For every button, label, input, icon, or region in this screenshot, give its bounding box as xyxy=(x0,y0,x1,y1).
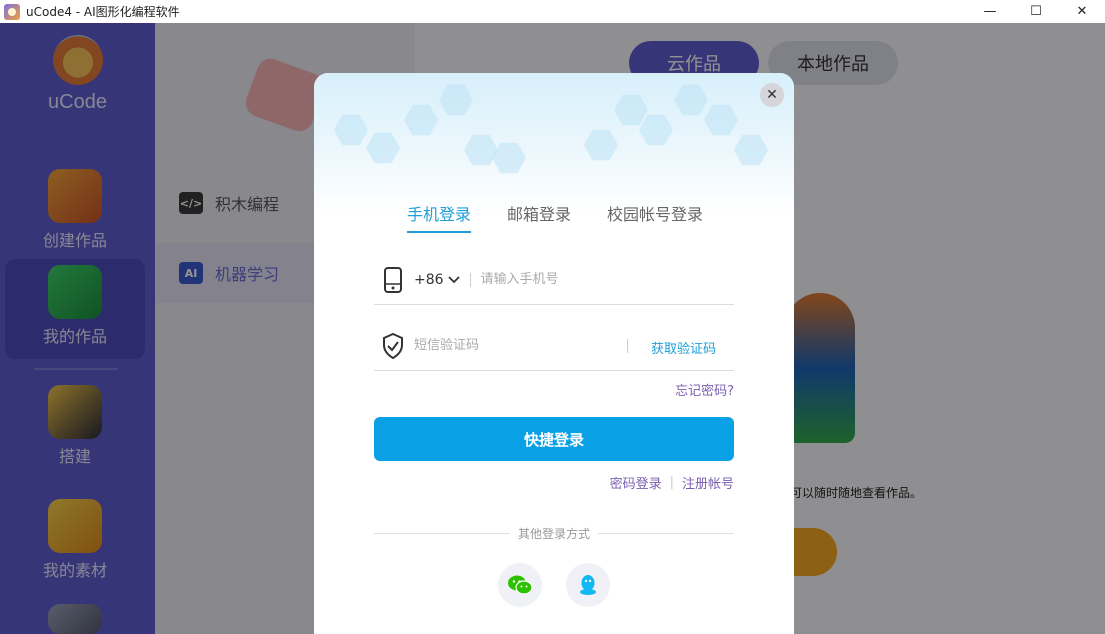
sms-code-field: 获取验证码 xyxy=(374,321,734,371)
other-methods-divider: 其他登录方式 xyxy=(374,525,735,541)
login-dialog: ✕ 手机登录 邮箱登录 校园帐号登录 +86 请输入手机号 短信验证码 获取验证… xyxy=(314,73,794,634)
chevron-down-icon xyxy=(447,273,460,287)
quick-login-button[interactable]: 快捷登录 xyxy=(374,417,734,461)
hexagon-decoration xyxy=(614,94,648,126)
link-separator: | xyxy=(669,475,674,490)
qq-icon xyxy=(580,575,596,595)
login-method-tabs: 手机登录 邮箱登录 校园帐号登录 xyxy=(407,201,739,233)
hexagon-decoration xyxy=(674,84,708,116)
country-code: +86 xyxy=(414,271,444,288)
qq-login-button[interactable] xyxy=(566,563,610,607)
tab-campus-login[interactable]: 校园帐号登录 xyxy=(607,201,703,233)
hexagon-decoration xyxy=(439,84,473,116)
maximize-button[interactable]: ☐ xyxy=(1013,0,1059,23)
tab-email-login[interactable]: 邮箱登录 xyxy=(507,201,571,233)
field-divider xyxy=(627,339,628,353)
password-login-link[interactable]: 密码登录 xyxy=(610,473,662,492)
register-link[interactable]: 注册帐号 xyxy=(682,473,734,492)
dialog-header-background xyxy=(314,73,794,213)
hexagon-decoration xyxy=(734,134,768,166)
hexagon-decoration xyxy=(404,104,438,136)
sms-code-input[interactable] xyxy=(414,338,614,353)
phone-field: +86 xyxy=(374,255,734,305)
shield-icon xyxy=(382,332,404,359)
country-code-select[interactable]: +86 xyxy=(414,272,460,288)
hexagon-decoration xyxy=(704,104,738,136)
window-title: uCode4 - AI图形化编程软件 xyxy=(26,5,180,19)
other-methods-label: 其他登录方式 xyxy=(518,526,591,541)
hexagon-decoration xyxy=(366,132,400,164)
divider-line xyxy=(374,532,510,534)
field-divider xyxy=(469,272,471,287)
forgot-password-link[interactable]: 忘记密码? xyxy=(675,380,734,399)
title-bar: uCode4 - AI图形化编程软件 — ☐ ✕ xyxy=(0,0,1105,23)
close-window-button[interactable]: ✕ xyxy=(1059,0,1105,23)
app-logo-icon xyxy=(4,3,20,20)
hexagon-decoration xyxy=(584,129,618,161)
alt-login-links: 密码登录 | 注册帐号 xyxy=(610,473,734,492)
phone-icon xyxy=(382,266,404,293)
wechat-icon xyxy=(508,575,533,595)
hexagon-decoration xyxy=(464,134,498,166)
minimize-button[interactable]: — xyxy=(967,0,1013,23)
close-dialog-button[interactable]: ✕ xyxy=(760,83,784,107)
hexagon-decoration xyxy=(492,142,526,174)
phone-input[interactable] xyxy=(480,272,681,287)
tab-phone-login[interactable]: 手机登录 xyxy=(407,201,472,233)
hexagon-decoration xyxy=(639,114,673,146)
get-code-button[interactable]: 获取验证码 xyxy=(651,338,716,357)
hexagon-decoration xyxy=(334,114,368,146)
wechat-login-button[interactable] xyxy=(498,563,542,607)
window-controls: — ☐ ✕ xyxy=(967,0,1105,23)
divider-line xyxy=(598,532,735,534)
